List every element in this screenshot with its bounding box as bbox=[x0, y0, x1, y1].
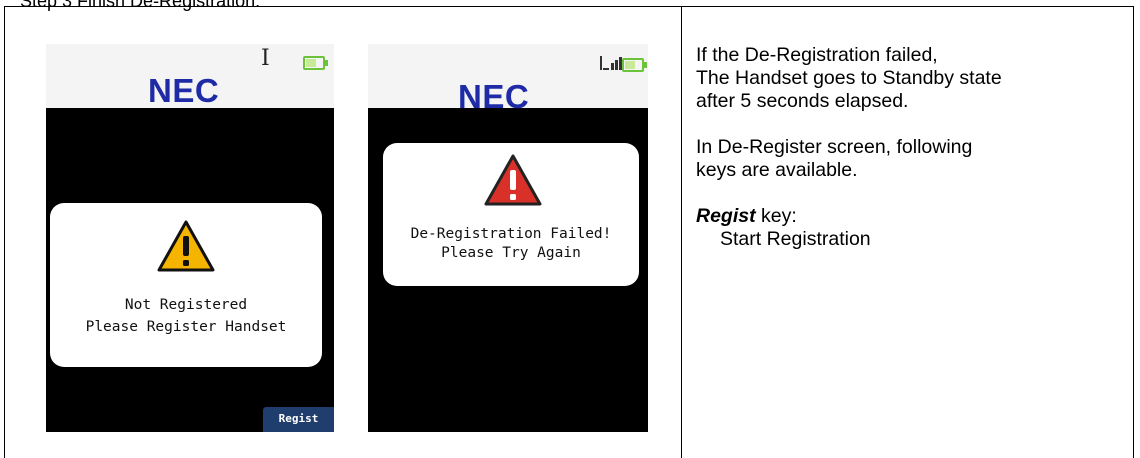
key-suffix: key: bbox=[755, 205, 797, 227]
dialog-message-line2: Please Try Again bbox=[441, 245, 581, 261]
battery-icon bbox=[622, 58, 647, 72]
dialog-message-line1: Not Registered bbox=[124, 297, 248, 313]
handset-screen-not-registered: NEC I Not Registered Please Register Han… bbox=[46, 44, 334, 432]
deregistration-failed-dialog: De-Registration Failed! Please Try Again bbox=[383, 143, 639, 286]
handset-screen-deregistration-failed: NEC De-Registration Failed! Please Try A… bbox=[368, 44, 648, 432]
key-description-title: Regist key: bbox=[696, 205, 797, 228]
error-warning-icon bbox=[484, 154, 542, 206]
not-registered-dialog: Not Registered Please Register Handset bbox=[50, 203, 322, 367]
desc-line: If the De-Registration failed, bbox=[696, 44, 938, 66]
regist-softkey[interactable]: Regist bbox=[263, 407, 334, 432]
nec-logo: NEC bbox=[458, 78, 530, 115]
antenna-cursor-icon: I bbox=[261, 46, 270, 71]
key-name: Regist bbox=[696, 205, 756, 227]
column-divider bbox=[681, 6, 682, 458]
desc-line: after 5 seconds elapsed. bbox=[696, 90, 909, 112]
desc-line: In De-Register screen, following bbox=[696, 136, 973, 158]
signal-strength-icon bbox=[600, 56, 622, 70]
desc-line: The Handset goes to Standby state bbox=[696, 67, 1002, 89]
warning-icon bbox=[157, 220, 215, 272]
nec-logo: NEC bbox=[148, 72, 220, 109]
key-description-text: Start Registration bbox=[720, 228, 871, 250]
desc-line: keys are available. bbox=[696, 159, 858, 181]
dialog-message-line1: De-Registration Failed! bbox=[410, 226, 612, 242]
dialog-message-line2: Please Register Handset bbox=[85, 319, 287, 335]
battery-icon bbox=[303, 56, 328, 70]
